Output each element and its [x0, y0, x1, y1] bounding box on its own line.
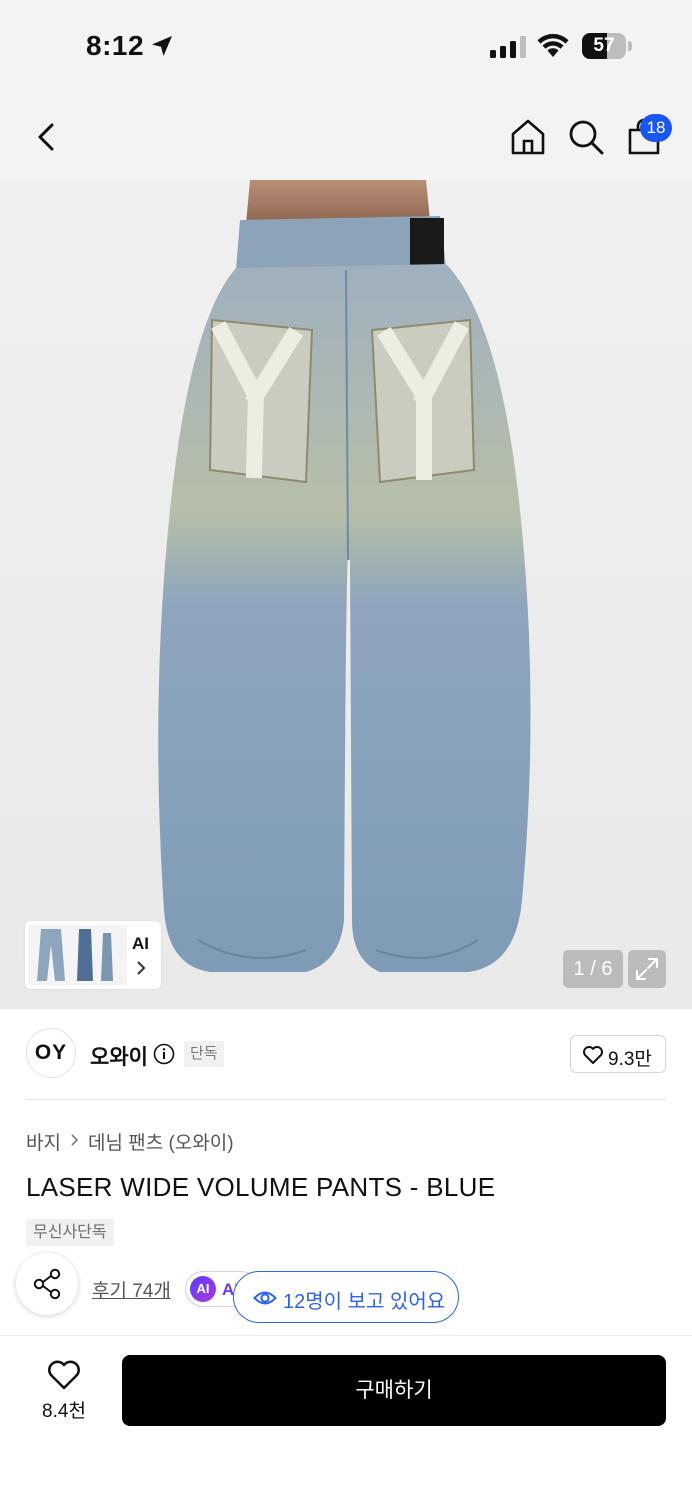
- brand-logo[interactable]: OY: [26, 1028, 76, 1078]
- heart-icon[interactable]: [46, 1359, 82, 1391]
- brand-like-count: 9.3만: [608, 1049, 652, 1070]
- viewers-pill: 12명이 보고 있어요: [233, 1271, 459, 1323]
- chevron-right-icon: [137, 961, 146, 975]
- brand-name[interactable]: 오와이: [90, 1041, 148, 1071]
- musinsa-exclusive-tag: 무신사단독: [26, 1219, 114, 1246]
- battery-percent: 57: [593, 35, 615, 56]
- ai-card-label: AI: [132, 934, 149, 953]
- buy-button[interactable]: 구매하기: [122, 1355, 666, 1426]
- review-count-link[interactable]: 후기 74개: [92, 1276, 171, 1303]
- product-image: [158, 180, 531, 972]
- eye-icon: [253, 1291, 277, 1305]
- expand-image-button[interactable]: [628, 950, 666, 988]
- cellular-signal-icon: [490, 36, 526, 58]
- ai-chip-badge: AI: [190, 1276, 216, 1302]
- cart-count-badge: 18: [640, 114, 672, 142]
- brand-like-button[interactable]: 9.3만: [570, 1035, 666, 1073]
- status-bar: 8:12 57: [0, 0, 692, 95]
- info-icon[interactable]: [153, 1043, 175, 1065]
- expand-icon: [636, 958, 658, 980]
- share-icon: [33, 1268, 61, 1300]
- exclusive-tag: 단독: [184, 1041, 224, 1067]
- breadcrumb-category[interactable]: 바지: [26, 1128, 61, 1155]
- heart-icon: [583, 1046, 603, 1064]
- status-time: 8:12: [86, 30, 145, 61]
- product-image-gallery[interactable]: [0, 180, 692, 1009]
- wifi-icon: [537, 33, 569, 57]
- product-title: LASER WIDE VOLUME PANTS - BLUE: [26, 1172, 496, 1202]
- back-chevron-icon[interactable]: [30, 117, 62, 157]
- chevron-right-icon: [71, 1134, 79, 1146]
- search-icon[interactable]: [566, 117, 606, 157]
- share-button[interactable]: [16, 1253, 78, 1315]
- top-nav-bar: [0, 95, 692, 180]
- wishlist-count: 8.4천: [42, 1401, 86, 1422]
- viewers-text: 12명이 보고 있어요: [283, 1291, 446, 1313]
- ai-style-thumbnails: [29, 925, 127, 985]
- image-page-indicator: 1 / 6: [563, 950, 623, 988]
- divider: [26, 1099, 666, 1100]
- breadcrumb-subcategory[interactable]: 데님 팬츠 (오와이): [88, 1128, 234, 1155]
- location-arrow-icon: [152, 36, 172, 56]
- battery-icon: 57: [582, 33, 632, 59]
- ai-style-card[interactable]: AI: [25, 921, 161, 989]
- home-icon[interactable]: [508, 117, 548, 157]
